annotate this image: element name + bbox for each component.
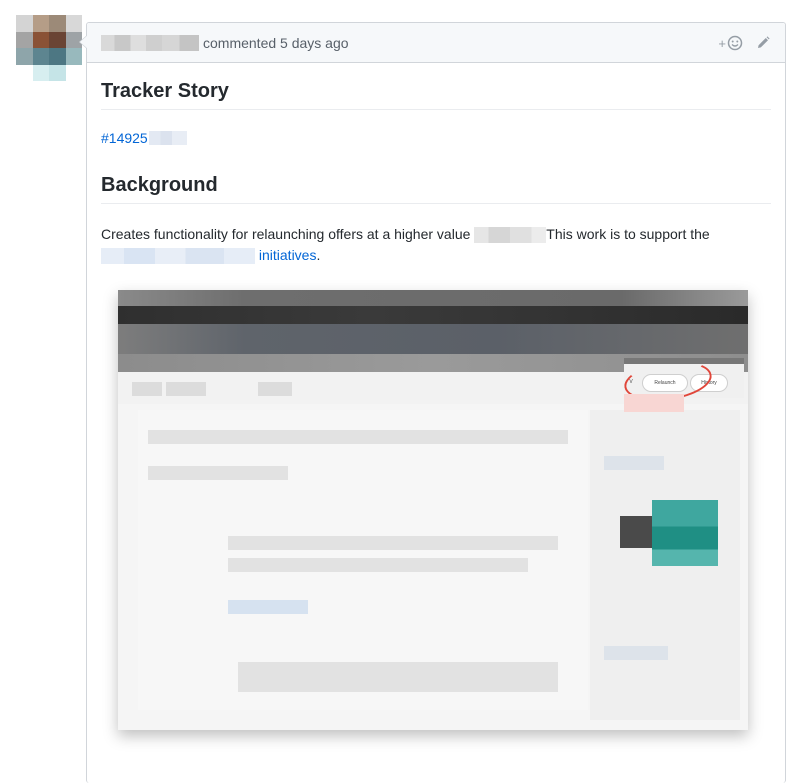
plus-label: + [718,35,726,51]
screenshot-toolbar-item [166,382,206,396]
screenshot-toolbar-item [132,382,162,396]
heading-background: Background [101,174,771,204]
screenshot-teal-block [652,500,718,566]
screenshot-dark-block [620,516,652,548]
screenshot-row [228,536,558,550]
paragraph-end: . [316,247,321,263]
pencil-icon [758,36,770,48]
screenshot-row [604,456,664,470]
heading-tracker-story: Tracker Story [101,80,771,110]
screenshot-row [148,466,288,480]
paragraph-text-2: This work is to support the [546,226,710,242]
screenshot-row [604,646,668,660]
redacted-text [474,227,547,244]
smiley-icon [727,35,743,51]
author-name-redacted[interactable] [101,34,199,51]
add-reaction-button[interactable]: + [718,35,743,51]
screenshot-dark-bar [118,306,748,324]
screenshot-row [148,430,568,444]
screenshot-titlebar [118,290,748,306]
issue-number-redacted [148,131,187,145]
comment-header: commented 5 days ago + [87,23,785,63]
tracker-issue-link[interactable]: #14925 [101,130,187,146]
paragraph-text-1: Creates functionality for relaunching of… [101,226,475,242]
avatar[interactable] [16,15,82,81]
initiatives-link[interactable]: initiatives [101,247,317,265]
screenshot-row [228,600,308,614]
screenshot-nav-bar [118,324,748,354]
edit-comment-button[interactable] [755,35,771,51]
embedded-screenshot-image[interactable]: V Relaunch History [118,290,748,730]
screenshot-highlight-area [624,394,684,412]
comment-timestamp[interactable]: commented 5 days ago [203,35,349,51]
screenshot-toolbar-item [258,382,292,396]
comment-actions: + [718,23,771,63]
screenshot-row [228,558,528,572]
background-paragraph: Creates functionality for relaunching of… [101,224,781,266]
issue-link-text: #14925 [101,130,148,146]
redacted-link-text [101,248,255,265]
screenshot-row [238,662,558,692]
initiatives-link-text: initiatives [258,247,317,263]
